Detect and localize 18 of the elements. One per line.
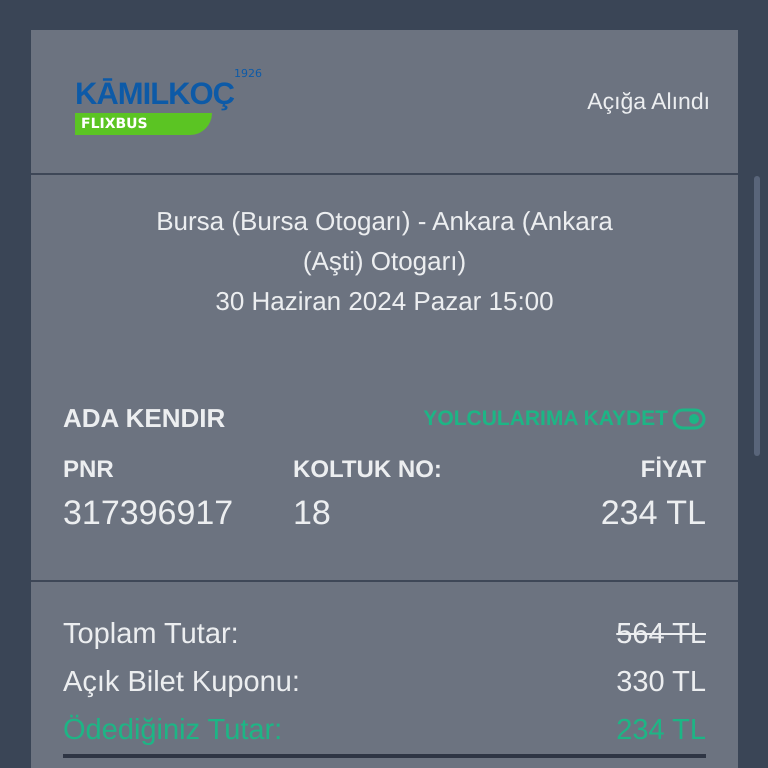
total-value: 234 TL bbox=[616, 713, 706, 748]
scrollbar[interactable] bbox=[754, 176, 760, 456]
field-value: 317396917 bbox=[63, 494, 234, 533]
departure-datetime: 30 Haziran 2024 Pazar 15:00 bbox=[214, 285, 555, 318]
field-value: 18 bbox=[293, 494, 332, 533]
save-passenger-link[interactable]: YOLCULARIMA KAYDET bbox=[423, 406, 706, 430]
field-label: PNR bbox=[63, 456, 115, 484]
total-value: 330 TL bbox=[616, 665, 706, 700]
total-value: 564 TL bbox=[616, 617, 706, 652]
field-value: 234 TL bbox=[600, 494, 706, 533]
total-label: Ödediğiniz Tutar: bbox=[63, 713, 282, 748]
total-label: Açık Bilet Kuponu: bbox=[63, 665, 300, 700]
field-label: FİYAT bbox=[640, 456, 706, 484]
ticket-status: Açığa Alındı bbox=[587, 88, 710, 115]
route-text: Bursa (Bursa Otogarı) - Ankara (Ankara (Aşti) Otogarı) bbox=[155, 205, 614, 278]
total-label: Toplam Tutar: bbox=[63, 617, 239, 652]
passenger-name: ADA KENDIR bbox=[63, 403, 226, 434]
field-label: KOLTUK NO: bbox=[293, 456, 443, 484]
